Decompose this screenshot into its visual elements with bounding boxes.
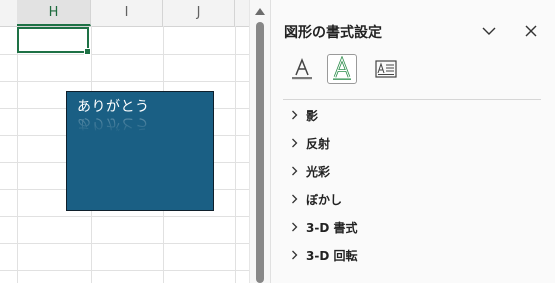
chevron-right-icon bbox=[291, 250, 303, 260]
section-shadow[interactable]: 影 bbox=[291, 105, 318, 125]
pane-close-button[interactable] bbox=[519, 19, 543, 43]
fill-handle[interactable] bbox=[84, 48, 91, 55]
worksheet[interactable]: H I J ありがとう ありがとう bbox=[0, 0, 249, 283]
text-fill-outline-icon bbox=[292, 57, 312, 80]
active-cell-h[interactable] bbox=[17, 27, 91, 55]
scroll-up-arrow-icon[interactable] bbox=[255, 8, 265, 15]
pane-divider bbox=[283, 99, 541, 100]
section-label: 影 bbox=[306, 108, 319, 123]
section-glow[interactable]: 光彩 bbox=[291, 161, 330, 181]
pane-options-button[interactable] bbox=[477, 19, 501, 43]
column-header-j[interactable]: J bbox=[163, 0, 235, 26]
column-header-h[interactable]: H bbox=[17, 0, 91, 26]
gridline bbox=[0, 54, 249, 55]
close-icon bbox=[525, 25, 537, 37]
gridline bbox=[235, 26, 236, 283]
section-soft-edges[interactable]: ぼかし bbox=[291, 189, 342, 209]
section-3d-format[interactable]: 3-D 書式 bbox=[291, 217, 357, 237]
section-label: 3-D 回転 bbox=[306, 248, 358, 263]
gridline bbox=[0, 216, 249, 217]
shape-text-reflection: ありがとう bbox=[77, 115, 150, 131]
column-header-k[interactable] bbox=[235, 0, 249, 26]
gridline bbox=[0, 81, 249, 82]
column-header-i[interactable]: I bbox=[91, 0, 163, 26]
scroll-thumb[interactable] bbox=[256, 22, 264, 283]
column-header-row: H I J bbox=[0, 0, 249, 27]
rectangle-shape[interactable]: ありがとう ありがとう bbox=[66, 91, 214, 211]
gridline bbox=[17, 26, 18, 283]
chevron-right-icon bbox=[291, 138, 303, 148]
section-reflection[interactable]: 反射 bbox=[291, 133, 330, 153]
gridline bbox=[0, 243, 249, 244]
section-label: 反射 bbox=[306, 136, 331, 151]
chevron-right-icon bbox=[291, 222, 303, 232]
section-label: 3-D 書式 bbox=[306, 220, 358, 235]
section-3d-rotation[interactable]: 3-D 回転 bbox=[291, 245, 357, 265]
chevron-right-icon bbox=[291, 166, 303, 176]
format-shape-pane: 図形の書式設定 影 反射 光彩 ぼかし 3-D 書式 3-D 回転 bbox=[270, 0, 555, 283]
chevron-right-icon bbox=[291, 110, 303, 120]
tab-textbox[interactable] bbox=[371, 54, 401, 84]
chevron-down-icon bbox=[482, 27, 496, 35]
vertical-scrollbar[interactable] bbox=[249, 0, 271, 283]
gridline bbox=[0, 270, 249, 271]
shape-text[interactable]: ありがとう bbox=[77, 96, 150, 116]
tab-text-effects[interactable] bbox=[327, 54, 357, 84]
tab-text-fill-outline[interactable] bbox=[287, 54, 317, 84]
textbox-icon bbox=[375, 60, 397, 78]
text-effects-icon bbox=[333, 56, 351, 80]
section-label: 光彩 bbox=[306, 164, 331, 179]
chevron-right-icon bbox=[291, 194, 303, 204]
pane-title: 図形の書式設定 bbox=[284, 25, 382, 41]
section-label: ぼかし bbox=[306, 192, 343, 207]
